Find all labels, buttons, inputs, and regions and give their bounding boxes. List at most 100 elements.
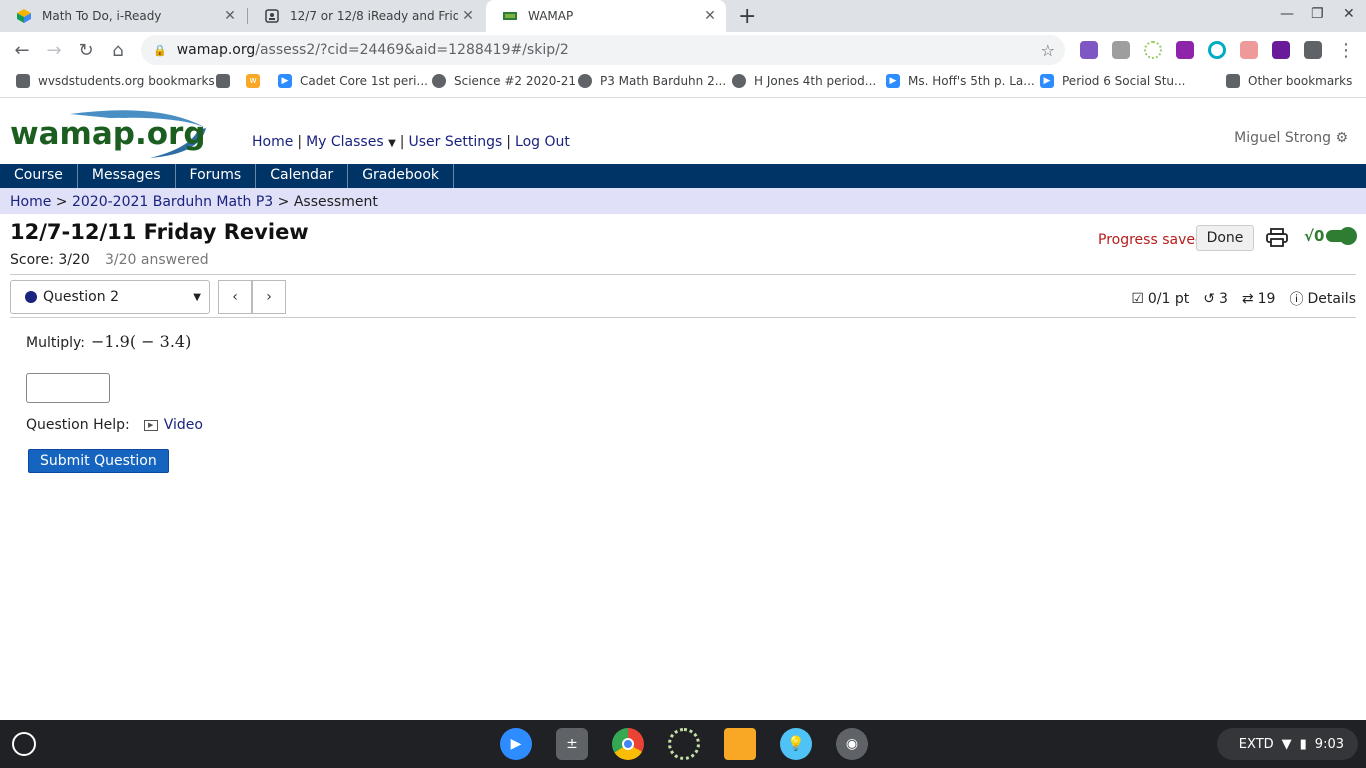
- bookmark-ms-hoff[interactable]: ▶ Ms. Hoff's 5th p. La...: [886, 74, 1035, 88]
- answer-input[interactable]: [26, 373, 110, 403]
- video-link[interactable]: ▶ Video: [143, 417, 203, 433]
- bookmark-period-6[interactable]: ▶ Period 6 Social Stu...: [1040, 74, 1185, 88]
- gear-icon[interactable]: ⚙: [1335, 130, 1348, 146]
- reload-icon[interactable]: ↻: [74, 38, 98, 62]
- top-nav: Home | My Classes ▼ | User Settings | Log Out: [252, 134, 570, 150]
- math-entry-toggle[interactable]: √0: [1304, 227, 1358, 245]
- math-expression: −1.9( − 3.4): [90, 332, 192, 351]
- question-meta: ☑ 0/1 pt ↺ 3 ⇄ 19 ⓘ Details: [1131, 289, 1356, 309]
- zoom-icon: ▶: [886, 74, 900, 88]
- bookmark-other[interactable]: Other bookmarks: [1226, 74, 1352, 88]
- caret-down-icon: ▼: [193, 291, 201, 303]
- chrome-app-icon[interactable]: [612, 728, 644, 760]
- bookmark-p3-math[interactable]: P3 Math Barduhn 2...: [578, 74, 726, 88]
- site-header: wamap.org Home | My Classes ▼ | User Setting…: [0, 98, 1366, 164]
- extension-icon[interactable]: [1176, 41, 1194, 59]
- lock-icon: 🔒: [153, 43, 167, 57]
- extension-icon[interactable]: [1208, 41, 1226, 59]
- close-tab-icon[interactable]: ✕: [220, 8, 240, 24]
- bookmark-star-icon[interactable]: ☆: [1041, 41, 1055, 60]
- main-nav: Course Messages Forums Calendar Gradeboo…: [0, 164, 1366, 188]
- globe-icon: [578, 74, 592, 88]
- globe-icon: [732, 74, 746, 88]
- system-shelf: ▶ ± 💡 ◉ EXTD ▼ ▮ 9:03: [0, 720, 1366, 768]
- question-help: Question Help: ▶ Video: [26, 417, 203, 433]
- classroom-app-icon[interactable]: [724, 728, 756, 760]
- nav-user-settings[interactable]: User Settings: [409, 134, 503, 150]
- wamap-icon: [502, 8, 518, 24]
- battery-icon: ▮: [1299, 736, 1307, 752]
- wifi-icon: ▼: [1281, 736, 1292, 752]
- pdf-extension-icon[interactable]: [1272, 41, 1290, 59]
- close-tab-icon[interactable]: ✕: [458, 8, 478, 24]
- nav-calendar[interactable]: Calendar: [256, 164, 349, 188]
- address-bar[interactable]: 🔒 wamap.org /assess2/?cid=24469&aid=1288…: [141, 35, 1065, 65]
- close-tab-icon[interactable]: ✕: [700, 8, 720, 24]
- folder-icon: [1226, 74, 1240, 88]
- toggle-switch[interactable]: [1326, 227, 1358, 245]
- tab-iready-friday[interactable]: 12/7 or 12/8 iReady and Friday ✕: [248, 0, 484, 32]
- breadcrumb-current: Assessment: [293, 194, 378, 210]
- calculator-app-icon[interactable]: ±: [556, 728, 588, 760]
- bookmark-w[interactable]: w: [246, 74, 268, 88]
- nav-log-out[interactable]: Log Out: [515, 134, 570, 150]
- extension-icon[interactable]: [1240, 41, 1258, 59]
- minimize-icon[interactable]: —: [1280, 6, 1294, 22]
- launcher-icon[interactable]: [12, 732, 36, 756]
- status-dot-icon: [25, 291, 37, 303]
- nav-gradebook[interactable]: Gradebook: [348, 164, 454, 188]
- loading-app-icon[interactable]: [668, 728, 700, 760]
- extension-icon[interactable]: [1144, 41, 1162, 59]
- breadcrumb-course[interactable]: 2020-2021 Barduhn Math P3: [72, 194, 273, 210]
- user-menu[interactable]: Miguel Strong ⚙: [1234, 130, 1348, 146]
- new-tab-icon[interactable]: +: [738, 4, 756, 29]
- keep-app-icon[interactable]: 💡: [780, 728, 812, 760]
- details-button[interactable]: ⓘ Details: [1285, 289, 1356, 309]
- bookmark-science[interactable]: Science #2 2020-21: [432, 74, 576, 88]
- video-icon: ▶: [143, 419, 158, 431]
- checkbox-icon: ☑: [1131, 291, 1144, 307]
- wamap-logo[interactable]: wamap.org: [10, 108, 210, 158]
- close-window-icon[interactable]: ✕: [1343, 6, 1355, 22]
- forward-icon[interactable]: →: [42, 38, 66, 62]
- bookmark-h-jones[interactable]: H Jones 4th period...: [732, 74, 876, 88]
- folder-icon[interactable]: [216, 74, 238, 88]
- menu-icon[interactable]: ⋮: [1334, 38, 1358, 62]
- nav-my-classes[interactable]: My Classes: [306, 134, 384, 150]
- extension-icon[interactable]: [1080, 41, 1098, 59]
- question-select[interactable]: Question 2 ▼: [10, 280, 210, 314]
- logo-text: wamap.org: [10, 116, 206, 152]
- info-icon: ⓘ: [1289, 292, 1304, 308]
- tab-wamap[interactable]: WAMAP ✕: [486, 0, 726, 32]
- bookmarks-bar: wvsdstudents.org bookmarks w ▶ Cadet Core…: [0, 68, 1366, 98]
- status-tray[interactable]: EXTD ▼ ▮ 9:03: [1216, 728, 1358, 760]
- done-button[interactable]: Done: [1196, 225, 1254, 251]
- nav-home[interactable]: Home: [252, 134, 293, 150]
- home-icon[interactable]: ⌂: [106, 38, 130, 62]
- regenerate-icon: ⇄: [1241, 291, 1254, 307]
- bookmark-cadet-core[interactable]: ▶ Cadet Core 1st peri...: [278, 74, 428, 88]
- assignment-icon: [264, 8, 280, 24]
- zoom-icon: ▶: [1040, 74, 1054, 88]
- next-question-button[interactable]: ›: [252, 280, 286, 314]
- caret-down-icon[interactable]: ▼: [388, 138, 396, 149]
- globe-icon: [432, 74, 446, 88]
- bookmark-wvsdstudents[interactable]: wvsdstudents.org bookmarks: [16, 74, 215, 88]
- camera-app-icon[interactable]: ◉: [836, 728, 868, 760]
- score-text: Score: 3/20: [10, 252, 90, 268]
- nav-forums[interactable]: Forums: [176, 164, 257, 188]
- breadcrumb-home[interactable]: Home: [10, 194, 51, 210]
- print-icon[interactable]: [1266, 228, 1288, 248]
- prev-question-button[interactable]: ‹: [218, 280, 252, 314]
- extension-icon[interactable]: [1112, 41, 1130, 59]
- submit-question-button[interactable]: Submit Question: [28, 449, 169, 473]
- back-icon[interactable]: ←: [10, 38, 34, 62]
- restore-icon[interactable]: ❐: [1311, 6, 1324, 22]
- progress-status: Progress saved: [1098, 232, 1204, 248]
- nav-messages[interactable]: Messages: [78, 164, 176, 188]
- zoom-app-icon[interactable]: ▶: [500, 728, 532, 760]
- retry-icon: ↺: [1203, 291, 1215, 307]
- puzzle-icon[interactable]: [1304, 41, 1322, 59]
- nav-course[interactable]: Course: [0, 164, 78, 188]
- tab-math-to-do[interactable]: Math To Do, i-Ready ✕: [0, 0, 246, 32]
